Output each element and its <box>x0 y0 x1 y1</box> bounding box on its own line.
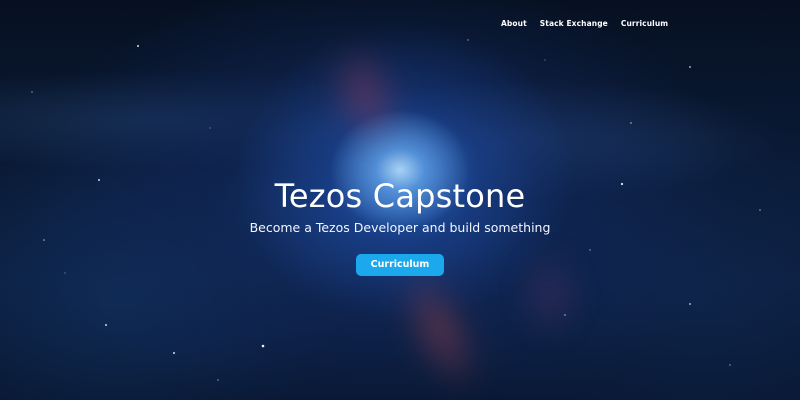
hero-section: About Stack Exchange Curriculum Tezos Ca… <box>0 0 800 400</box>
hero-content: Tezos Capstone Become a Tezos Developer … <box>0 175 800 276</box>
curriculum-button[interactable]: Curriculum <box>355 254 445 276</box>
hero-subtitle: Become a Tezos Developer and build somet… <box>249 220 551 235</box>
nav-link-stack-exchange[interactable]: Stack Exchange <box>540 19 608 28</box>
nav-link-curriculum[interactable]: Curriculum <box>621 19 668 28</box>
nav-link-about[interactable]: About <box>501 19 527 28</box>
nebula-glow-top <box>313 31 417 159</box>
top-nav: About Stack Exchange Curriculum <box>501 19 668 28</box>
hero-title: Tezos Capstone <box>274 177 526 215</box>
